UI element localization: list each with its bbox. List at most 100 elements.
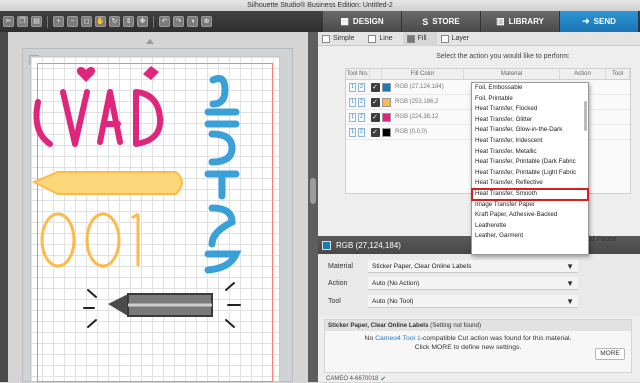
- tool-select[interactable]: Auto (No Tool) ▼: [368, 295, 578, 308]
- tab-simple-label: Simple: [333, 35, 355, 42]
- tool-2-toggle[interactable]: 2: [358, 82, 365, 92]
- top-bar: Silhouette Studio® Business Edition: Unt…: [0, 0, 640, 32]
- heart-left-shape[interactable]: [76, 67, 96, 82]
- material-option[interactable]: Foil, Embossable: [472, 83, 588, 94]
- tool-1-toggle[interactable]: 1: [349, 97, 356, 107]
- color-swatch: [382, 127, 391, 137]
- tool-2-toggle[interactable]: 2: [358, 112, 365, 122]
- device-name: CAMEO 4-6670018: [326, 376, 379, 382]
- setting-not-found-box: Sticker Paper, Clear Online Labels (Sett…: [324, 319, 632, 373]
- material-option[interactable]: Heat Transfer, Glitter: [472, 115, 588, 126]
- smarter-word-art[interactable]: [204, 74, 242, 274]
- redraw-icon[interactable]: ↻: [109, 16, 120, 27]
- toolbar-divider: [153, 15, 154, 28]
- col-tool-no: Tool No.: [346, 69, 370, 79]
- days-word-art[interactable]: [33, 89, 164, 147]
- zoom-out-icon[interactable]: −: [67, 16, 78, 27]
- send-mode-tabs: Simple Line Fill Layer: [318, 31, 640, 46]
- tool-number-cell[interactable]: 12: [346, 125, 368, 140]
- tab-store[interactable]: S STORE: [402, 11, 481, 32]
- toolbar: ✂ ❐ ▤ + − ◻ ✋ ↻ ⇕ ✥ ↶ ↷ ◑ ⊕: [0, 11, 300, 32]
- copy-icon[interactable]: ❐: [17, 16, 28, 27]
- crayon-shape[interactable]: [31, 171, 183, 195]
- tab-send[interactable]: ➜ SEND: [560, 11, 639, 32]
- number-100-art[interactable]: [40, 212, 140, 268]
- zoom-in-icon[interactable]: +: [53, 16, 64, 27]
- chevron-down-icon: ▼: [566, 261, 574, 271]
- not-found-heading: Sticker Paper, Clear Online Labels (Sett…: [325, 320, 631, 331]
- row-checkbox[interactable]: ✓: [370, 127, 380, 137]
- material-option[interactable]: Leatherette: [472, 221, 588, 232]
- tool-1-toggle[interactable]: 1: [349, 82, 356, 92]
- row-checkbox[interactable]: ✓: [370, 82, 380, 92]
- material-option-highlighted[interactable]: Heat Transfer, Smooth: [471, 187, 589, 201]
- material-option[interactable]: Heat Transfer, Flocked: [472, 104, 588, 115]
- fill-mode-icon: [406, 34, 415, 43]
- design-artwork[interactable]: [8, 32, 308, 382]
- row-checkbox[interactable]: ✓: [370, 112, 380, 122]
- tool-1-toggle[interactable]: 1: [349, 127, 356, 137]
- device-tool-link[interactable]: Cameo4 Tool 1: [375, 335, 421, 342]
- tab-design[interactable]: ▦ DESIGN: [323, 11, 402, 32]
- tool-value: Auto (No Tool): [372, 297, 414, 305]
- material-option[interactable]: Heat Transfer, Reflective: [472, 178, 588, 189]
- canvas-scroll-thumb[interactable]: [310, 178, 316, 204]
- cut-icon[interactable]: ✂: [3, 16, 14, 27]
- fill-icon[interactable]: ◑: [187, 16, 198, 27]
- pencil-art[interactable]: [108, 293, 213, 317]
- days-letter-y: [60, 89, 90, 147]
- material-select[interactable]: Sticker Paper, Clear Online Labels ▼: [368, 260, 578, 273]
- move-icon[interactable]: ✥: [137, 16, 148, 27]
- tab-line[interactable]: Line: [364, 32, 402, 46]
- zoom-selection-icon[interactable]: ⊕: [201, 16, 212, 27]
- smarter-letter-2: [204, 108, 240, 128]
- tab-line-label: Line: [379, 35, 393, 42]
- tool-number-cell[interactable]: 12: [346, 80, 368, 95]
- drag-icon[interactable]: ⇕: [123, 16, 134, 27]
- tool-number-cell[interactable]: 12: [346, 110, 368, 125]
- material-option[interactable]: Kraft Paper, Adhesive-Backed: [472, 210, 588, 221]
- tab-fill-label: Fill: [417, 35, 427, 42]
- pencil-tip: [108, 294, 128, 316]
- tab-library[interactable]: ▥ LIBRARY: [481, 11, 560, 32]
- canvas-scrollbar[interactable]: [308, 32, 318, 382]
- material-option[interactable]: Heat Transfer, Glow-in-the-Dark: [472, 125, 588, 136]
- material-option[interactable]: Image Transfer Paper: [472, 200, 588, 211]
- material-option[interactable]: Heat Transfer, Metallic: [472, 147, 588, 158]
- col-material: Material: [464, 69, 560, 79]
- tool-2-toggle[interactable]: 2: [358, 127, 365, 137]
- not-found-material: Sticker Paper, Clear Online Labels: [328, 322, 429, 329]
- material-option[interactable]: Leather, Garment: [472, 231, 588, 242]
- tab-layer[interactable]: Layer: [437, 32, 480, 46]
- dropdown-scrollbar[interactable]: [584, 101, 587, 131]
- tab-library-label: LIBRARY: [508, 17, 544, 26]
- material-option[interactable]: Heat Transfer, Iridescent: [472, 136, 588, 147]
- action-select[interactable]: Auto (No Action) ▼: [368, 277, 578, 290]
- undo-icon[interactable]: ↶: [159, 16, 170, 27]
- pan-icon[interactable]: ✋: [95, 16, 106, 27]
- material-dropdown[interactable]: Foil, Embossable Foil, Printable Heat Tr…: [471, 82, 589, 255]
- heart-right-shape[interactable]: [143, 66, 159, 80]
- tool-2-toggle[interactable]: 2: [358, 97, 365, 107]
- number-100-one: [131, 212, 140, 266]
- tab-simple[interactable]: Simple: [318, 32, 364, 46]
- chevron-down-icon: ▼: [566, 296, 574, 306]
- tool-row: Tool Auto (No Tool) ▼: [328, 295, 578, 308]
- more-button[interactable]: MORE: [595, 348, 625, 360]
- tab-fill[interactable]: Fill: [402, 31, 437, 46]
- tool-1-toggle[interactable]: 1: [349, 112, 356, 122]
- window-title: Silhouette Studio® Business Edition: Unt…: [0, 0, 640, 11]
- redo-icon[interactable]: ↷: [173, 16, 184, 27]
- add-pause-button[interactable]: dd Pause: [587, 236, 617, 243]
- material-option[interactable]: Heat Transfer, Printable (Dark Fabric: [472, 157, 588, 168]
- row-checkbox[interactable]: ✓: [370, 97, 380, 107]
- zoom-fit-icon[interactable]: ◻: [81, 16, 92, 27]
- tab-design-label: DESIGN: [352, 17, 384, 26]
- message-prefix: No: [364, 335, 376, 342]
- material-option[interactable]: Heat Transfer, Printable (Light Fabric: [472, 168, 588, 179]
- color-swatch: [382, 82, 391, 92]
- paste-icon[interactable]: ▤: [31, 16, 42, 27]
- tool-number-cell[interactable]: 12: [346, 95, 368, 110]
- material-option[interactable]: Foil, Printable: [472, 94, 588, 105]
- message-suffix: -compatible Cut action was found for thi…: [420, 335, 572, 342]
